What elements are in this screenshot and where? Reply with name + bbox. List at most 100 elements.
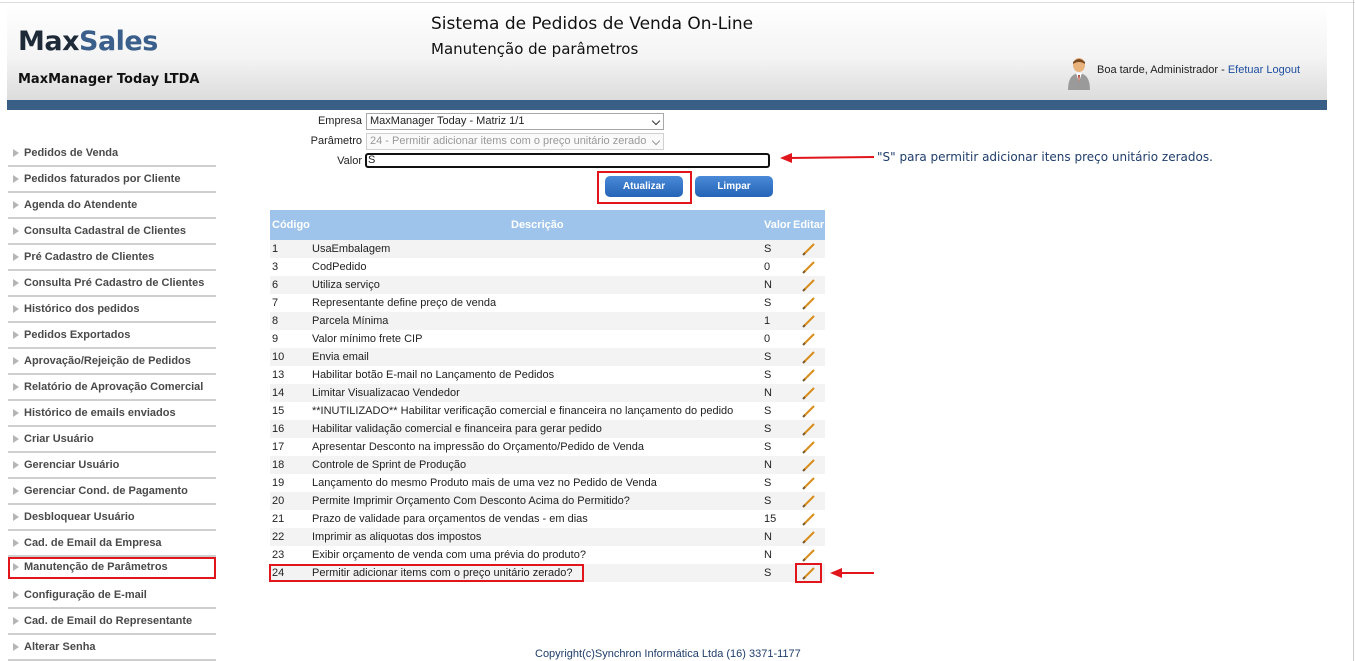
chevron-right-icon [13, 435, 19, 443]
edit-pencil-icon[interactable] [802, 404, 816, 418]
edit-pencil-icon[interactable] [802, 440, 816, 454]
edit-pencil-icon[interactable] [802, 242, 816, 256]
sidebar-item-email-representante[interactable]: Cad. de Email do Representante [8, 609, 216, 635]
cell-code: 18 [272, 459, 285, 471]
cell-value: S [764, 423, 772, 435]
sidebar-item-consulta-pre-cadastro[interactable]: Consulta Pré Cadastro de Clientes [8, 271, 216, 297]
cell-value: S [764, 441, 772, 453]
highlight-edit-24 [795, 563, 822, 583]
table-row: 17 Apresentar Desconto na impressão do Or… [270, 438, 825, 456]
cell-value: N [764, 549, 772, 561]
sidebar-item-desbloquear-usuario[interactable]: Desbloquear Usuário [8, 505, 216, 531]
annotation-arrow-edit [830, 568, 874, 578]
system-title: Sistema de Pedidos de Venda On-Line [431, 14, 754, 34]
cell-value: S [764, 243, 772, 255]
parametro-label: Parâmetro [310, 135, 362, 147]
edit-pencil-icon[interactable] [802, 260, 816, 274]
cell-desc: Parcela Mínima [312, 315, 389, 327]
table-row: 16 Habilitar validação comercial e financ… [270, 420, 825, 438]
chevron-down-icon [651, 116, 661, 126]
cell-desc: Prazo de validade para orçamentos de ven… [312, 513, 588, 525]
chevron-right-icon [13, 331, 19, 339]
edit-pencil-icon[interactable] [802, 368, 816, 382]
annotation-arrow-input [780, 153, 875, 163]
parameters-table: Código Descrição Valor Editar 1 UsaEmbala… [270, 210, 825, 582]
sidebar-item-pedidos-faturados[interactable]: Pedidos faturados por Cliente [8, 167, 216, 193]
sidebar-item-pre-cadastro[interactable]: Pré Cadastro de Clientes [8, 245, 216, 271]
sidebar-item-label: Histórico dos pedidos [24, 303, 140, 315]
sidebar-item-label: Manutenção de Parâmetros [24, 561, 168, 573]
sidebar-item-label: Agenda do Atendente [24, 199, 138, 211]
sidebar-item-label: Cad. de Email do Representante [24, 615, 193, 627]
sidebar-item-agenda[interactable]: Agenda do Atendente [8, 193, 216, 219]
sidebar-item-consulta-cadastral[interactable]: Consulta Cadastral de Clientes [8, 219, 216, 245]
sidebar-item-configuracao-email[interactable]: Configuração de E-mail [8, 583, 216, 609]
sidebar-item-pedidos-exportados[interactable]: Pedidos Exportados [8, 323, 216, 349]
edit-pencil-icon[interactable] [802, 476, 816, 490]
logout-link[interactable]: Efetuar Logout [1228, 64, 1300, 76]
chevron-right-icon [13, 539, 19, 547]
table-row: 23 Exibir orçamento de venda com uma prév… [270, 546, 825, 564]
empresa-select[interactable]: MaxManager Today - Matriz 1/1 [366, 113, 664, 130]
greeting: Boa tarde, Administrador - Efetuar Logou… [1097, 64, 1300, 76]
cell-code: 13 [272, 369, 285, 381]
edit-pencil-icon[interactable] [802, 494, 816, 508]
cell-desc: Controle de Sprint de Produção [312, 459, 467, 471]
edit-pencil-icon[interactable] [802, 548, 816, 562]
table-row: 15 **INUTILIZADO** Habilitar verificação … [270, 402, 825, 420]
table-row: 21 Prazo de validade para orçamentos de v… [270, 510, 825, 528]
sidebar-item-relatorio-aprovacao[interactable]: Relatório de Aprovação Comercial [8, 375, 216, 401]
sidebar-item-label: Pedidos Exportados [24, 329, 131, 341]
cell-value: S [764, 297, 772, 309]
cell-desc: Limitar Visualizacao Vendedor [312, 387, 460, 399]
sidebar-item-historico-pedidos[interactable]: Histórico dos pedidos [8, 297, 216, 323]
edit-pencil-icon[interactable] [802, 278, 816, 292]
edit-pencil-icon[interactable] [802, 314, 816, 328]
limpar-button[interactable]: Limpar [695, 176, 773, 197]
table-row: 22 Imprimir as aliquotas dos impostos N [270, 528, 825, 546]
cell-desc: Apresentar Desconto na impressão do Orça… [312, 441, 645, 453]
edit-pencil-icon[interactable] [802, 350, 816, 364]
cell-value: 15 [764, 513, 777, 525]
cell-value: N [764, 459, 772, 471]
sidebar-item-historico-emails[interactable]: Histórico de emails enviados [8, 401, 216, 427]
company-name: MaxManager Today LTDA [18, 72, 200, 87]
logo-max: Max [18, 26, 80, 57]
cell-value: S [764, 495, 772, 507]
chevron-right-icon [13, 563, 19, 571]
header: MaxSales MaxManager Today LTDA Sistema d… [7, 4, 1327, 100]
cell-code: 15 [272, 405, 285, 417]
atualizar-button[interactable]: Atualizar [605, 176, 683, 197]
edit-pencil-icon[interactable] [802, 296, 816, 310]
edit-pencil-icon[interactable] [802, 530, 816, 544]
sidebar-item-manutencao-parametros[interactable]: Manutenção de Parâmetros [8, 557, 216, 579]
edit-pencil-icon[interactable] [802, 386, 816, 400]
annotation-text: "S" para permitir adicionar itens preço … [877, 150, 1213, 164]
sidebar-item-alterar-senha[interactable]: Alterar Senha [8, 635, 216, 661]
sidebar-item-gerenciar-usuario[interactable]: Gerenciar Usuário [8, 453, 216, 479]
sidebar-item-label: Consulta Pré Cadastro de Clientes [24, 277, 205, 289]
sidebar-item-cond-pagamento[interactable]: Gerenciar Cond. de Pagamento [8, 479, 216, 505]
sidebar-item-label: Desbloquear Usuário [24, 511, 135, 523]
sidebar-item-label: Pedidos faturados por Cliente [24, 173, 181, 185]
greeting-text: Boa tarde, Administrador - [1097, 64, 1228, 76]
valor-input[interactable]: S [365, 153, 770, 168]
table-row: 18 Controle de Sprint de Produção N [270, 456, 825, 474]
sidebar-item-aprovacao-rejeicao[interactable]: Aprovação/Rejeição de Pedidos [8, 349, 216, 375]
chevron-right-icon [13, 253, 19, 261]
edit-pencil-icon[interactable] [802, 332, 816, 346]
cell-desc: Imprimir as aliquotas dos impostos [312, 531, 482, 543]
sidebar-item-email-empresa[interactable]: Cad. de Email da Empresa [8, 531, 216, 557]
chevron-right-icon [13, 357, 19, 365]
edit-pencil-icon[interactable] [802, 458, 816, 472]
sidebar-item-label: Pré Cadastro de Clientes [24, 251, 155, 263]
cell-desc: Permite Imprimir Orçamento Com Desconto … [312, 495, 630, 507]
sidebar-item-criar-usuario[interactable]: Criar Usuário [8, 427, 216, 453]
sidebar-item-label: Histórico de emails enviados [24, 407, 176, 419]
edit-pencil-icon[interactable] [802, 512, 816, 526]
sidebar-item-pedidos-de-venda[interactable]: Pedidos de Venda [8, 141, 216, 167]
chevron-right-icon [13, 201, 19, 209]
chevron-right-icon [13, 149, 19, 157]
edit-pencil-icon[interactable] [802, 422, 816, 436]
cell-code: 17 [272, 441, 285, 453]
